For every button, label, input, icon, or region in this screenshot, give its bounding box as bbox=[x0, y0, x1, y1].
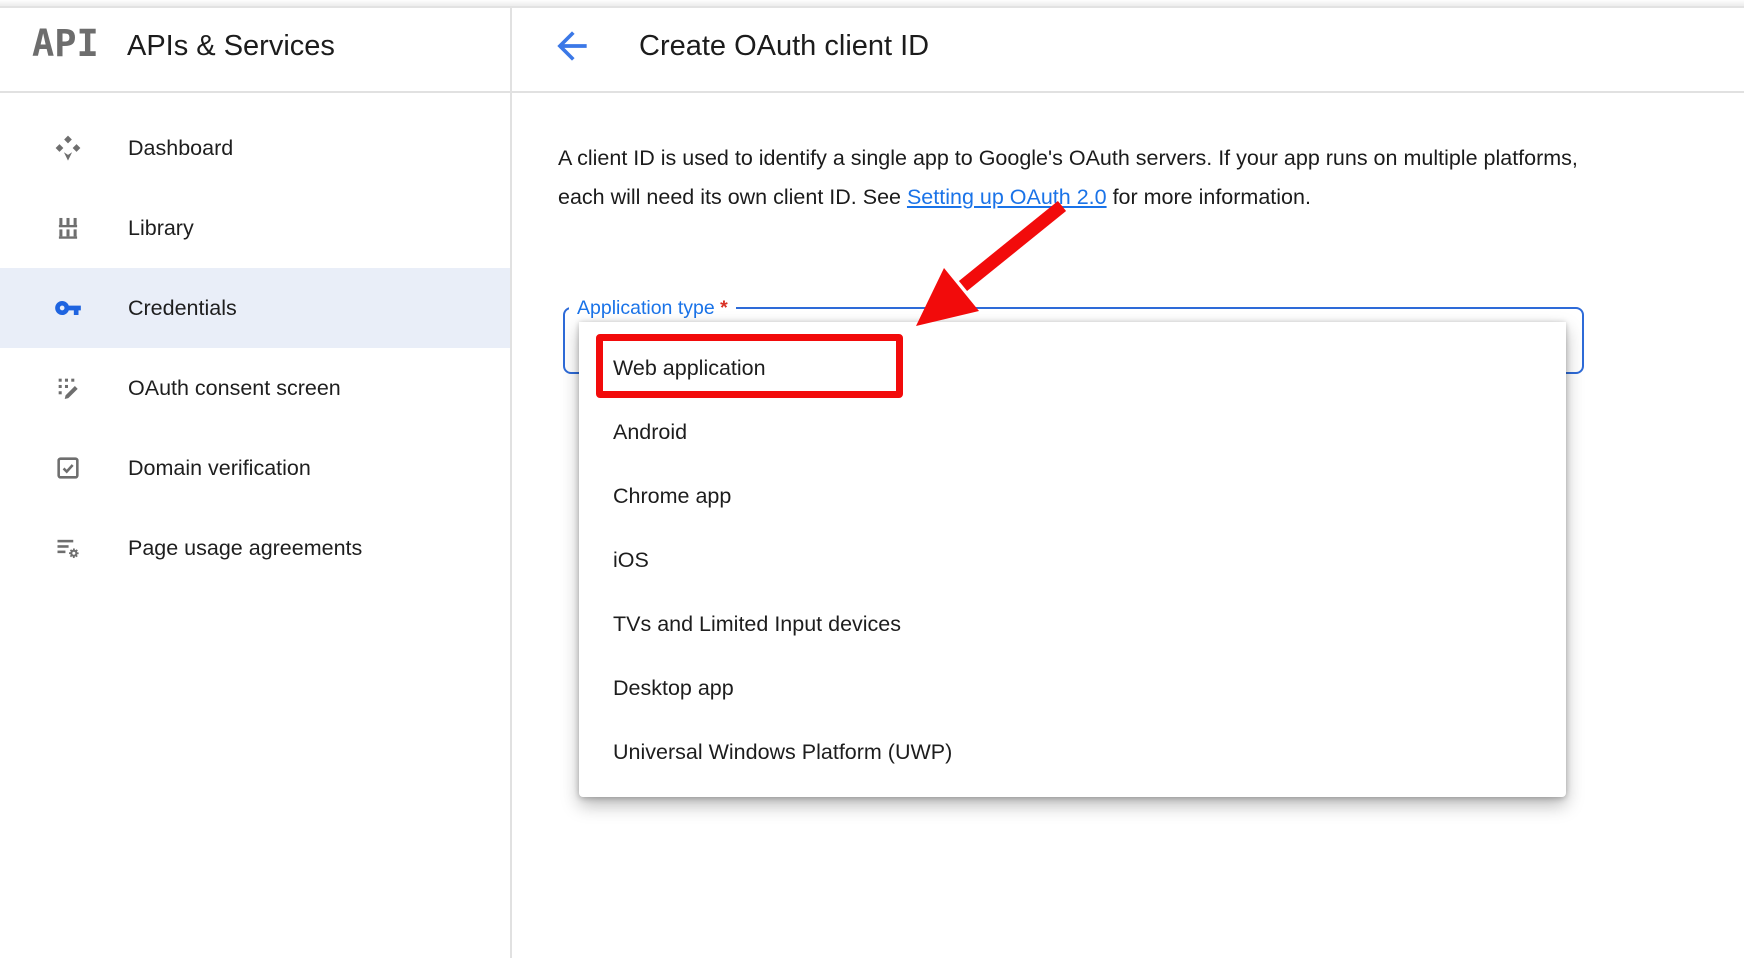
label-text: Application type bbox=[577, 297, 715, 319]
page-title: Create OAuth client ID bbox=[639, 0, 929, 92]
sidebar-item-label: Domain verification bbox=[128, 456, 311, 481]
sidebar-item-label: Page usage agreements bbox=[128, 536, 362, 561]
sidebar-item-label: OAuth consent screen bbox=[128, 376, 341, 401]
sidebar-item-page-usage-agreements[interactable]: Page usage agreements bbox=[0, 508, 510, 588]
consent-grid-pencil-icon bbox=[54, 374, 82, 402]
library-icon bbox=[54, 214, 82, 242]
sidebar-item-dashboard[interactable]: Dashboard bbox=[0, 108, 510, 188]
api-logo: API bbox=[32, 16, 102, 72]
list-gear-icon bbox=[54, 534, 82, 562]
sidebar-item-label: Credentials bbox=[128, 296, 237, 321]
dropdown-option-chrome-app[interactable]: Chrome app bbox=[579, 464, 1566, 528]
sidebar-item-library[interactable]: Library bbox=[0, 188, 510, 268]
sidebar-divider bbox=[510, 8, 512, 958]
back-button[interactable] bbox=[550, 24, 594, 68]
sidebar-item-label: Dashboard bbox=[128, 136, 233, 161]
sidebar-item-domain-verification[interactable]: Domain verification bbox=[0, 428, 510, 508]
client-id-description: A client ID is used to identify a single… bbox=[558, 139, 1593, 217]
dropdown-option-uwp[interactable]: Universal Windows Platform (UWP) bbox=[579, 720, 1566, 784]
dropdown-option-tvs-limited-input[interactable]: TVs and Limited Input devices bbox=[579, 592, 1566, 656]
sidebar-item-oauth-consent-screen[interactable]: OAuth consent screen bbox=[0, 348, 510, 428]
dropdown-option-android[interactable]: Android bbox=[579, 400, 1566, 464]
dropdown-option-web-application[interactable]: Web application bbox=[579, 336, 1566, 400]
application-type-dropdown: Web application Android Chrome app iOS T… bbox=[579, 322, 1566, 797]
required-asterisk: * bbox=[720, 297, 728, 319]
key-icon bbox=[54, 294, 82, 322]
sidebar-item-credentials[interactable]: Credentials bbox=[0, 268, 510, 348]
dashboard-icon bbox=[54, 134, 82, 162]
application-type-label: Application type * bbox=[569, 295, 736, 321]
description-text: for more information. bbox=[1107, 185, 1311, 209]
app-title: APIs & Services bbox=[127, 0, 335, 92]
dropdown-option-ios[interactable]: iOS bbox=[579, 528, 1566, 592]
arrow-back-icon bbox=[550, 24, 594, 68]
setting-up-oauth-link[interactable]: Setting up OAuth 2.0 bbox=[907, 185, 1107, 209]
sidebar-item-label: Library bbox=[128, 216, 194, 241]
dropdown-option-desktop-app[interactable]: Desktop app bbox=[579, 656, 1566, 720]
checkbox-check-icon bbox=[54, 454, 82, 482]
sidebar-nav: Dashboard Library Credentials bbox=[0, 108, 510, 588]
